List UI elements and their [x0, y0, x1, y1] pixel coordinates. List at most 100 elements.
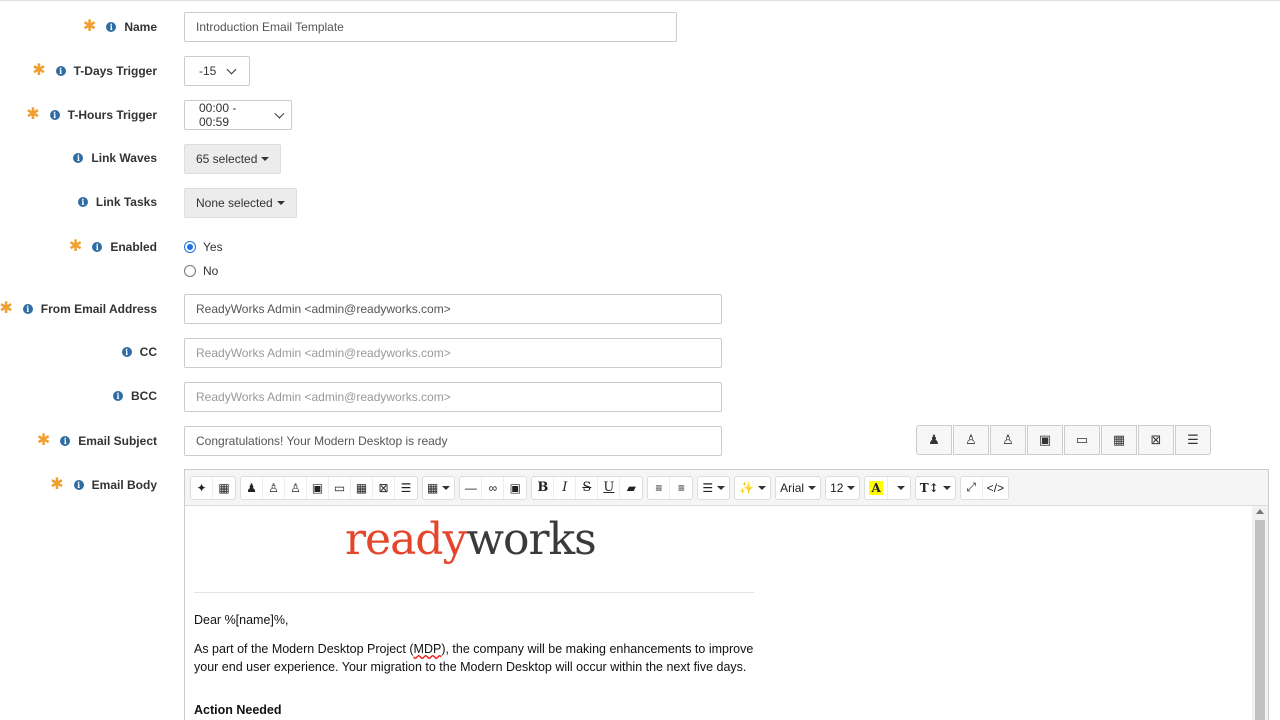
user-filled-button[interactable]: ♟: [916, 425, 952, 455]
required-asterisk-icon: ✱: [0, 300, 13, 317]
cc-input[interactable]: ReadyWorks Admin <admin@readyworks.com>: [184, 338, 722, 368]
required-asterisk-icon: ✱: [26, 106, 40, 123]
email-body-editor[interactable]: ✦ ▦ ♟ ♙ ♙ ▣ ▭ ▦ ⊠ ☰ ▦ — ∞ ▣ B I S U ▰ ≡ …: [184, 469, 1269, 720]
highlight-icon: A: [869, 480, 883, 495]
link-tasks-multiselect[interactable]: None selected: [184, 188, 297, 218]
t-hours-select[interactable]: 00:00 - 00:59: [184, 100, 292, 130]
info-icon[interactable]: i: [106, 22, 117, 32]
desktop-button[interactable]: ▭: [1064, 425, 1100, 455]
list-button[interactable]: ☰: [395, 477, 417, 499]
toolbar-group-align: ☰: [697, 475, 731, 500]
info-icon[interactable]: i: [60, 436, 71, 446]
enabled-yes-radio[interactable]: Yes: [184, 240, 223, 254]
underline-button[interactable]: U: [598, 476, 621, 499]
bcc-input[interactable]: ReadyWorks Admin <admin@readyworks.com>: [184, 382, 722, 412]
info-icon[interactable]: i: [121, 347, 132, 357]
calendar-x-icon: ⊠: [378, 480, 389, 495]
user-outline-alt-button[interactable]: ♙: [990, 425, 1026, 455]
tablet-icon: ▣: [1038, 432, 1052, 447]
highlight-color-button[interactable]: A: [865, 476, 888, 499]
toolbar-group-lists: ≡ ≡: [647, 475, 694, 500]
from-email-input[interactable]: ReadyWorks Admin <admin@readyworks.com>: [184, 294, 722, 324]
pin-button[interactable]: ✦: [191, 476, 213, 499]
font-family-select[interactable]: Arial: [776, 477, 820, 499]
font-size-select[interactable]: 12: [826, 477, 859, 499]
required-asterisk-icon: ✱: [68, 238, 83, 255]
required-asterisk-icon: ✱: [50, 476, 64, 493]
info-icon[interactable]: i: [73, 153, 84, 163]
radio-unchecked-icon[interactable]: [184, 265, 196, 277]
list-button[interactable]: ☰: [1175, 425, 1211, 455]
table-button[interactable]: ▦: [423, 477, 454, 499]
calendar-button[interactable]: ▦: [351, 476, 373, 499]
toolbar-group-font: Arial: [775, 475, 822, 500]
italic-button[interactable]: I: [554, 476, 577, 499]
line-height-button[interactable]: T↕: [916, 477, 955, 499]
tablet-button[interactable]: ▣: [1027, 425, 1063, 455]
user-outline-icon: ♙: [965, 432, 977, 447]
cc-label: i CC: [121, 345, 157, 359]
enabled-no-radio[interactable]: No: [184, 264, 218, 278]
info-icon[interactable]: i: [77, 197, 88, 207]
user-outline-icon: ♙: [268, 480, 279, 495]
bold-button[interactable]: B: [532, 476, 555, 499]
scroll-up-icon[interactable]: [1256, 509, 1264, 514]
user-outline-button[interactable]: ♙: [263, 476, 285, 499]
magic-wand-button[interactable]: ✨: [735, 477, 770, 499]
color-dropdown-button[interactable]: [888, 477, 910, 499]
editor-content[interactable]: readyworks Dear %[name]%, As part of the…: [185, 506, 1253, 720]
email-subject-input[interactable]: Congratulations! Your Modern Desktop is …: [184, 426, 722, 456]
scrollbar-thumb[interactable]: [1255, 520, 1265, 720]
editor-scrollbar[interactable]: [1252, 506, 1268, 720]
calendar-icon: ▦: [1112, 432, 1126, 447]
fullscreen-button[interactable]: ⤢: [961, 476, 983, 499]
desktop-button[interactable]: ▭: [329, 476, 351, 499]
date-button[interactable]: ▦: [213, 477, 235, 499]
magic-wand-icon: ✨: [739, 480, 755, 495]
code-view-button[interactable]: </>: [983, 477, 1008, 499]
info-icon[interactable]: i: [113, 391, 123, 401]
link-waves-multiselect[interactable]: 65 selected: [184, 144, 282, 174]
radio-checked-icon[interactable]: [184, 241, 196, 253]
italic-icon: I: [562, 480, 568, 495]
link-button[interactable]: ∞: [482, 476, 505, 499]
toolbar-group-table: ▦: [422, 475, 456, 500]
subject-placeholder-buttons: ♟ ♙ ♙ ▣ ▭ ▦ ⊠ ☰: [916, 425, 1211, 455]
list-icon: ☰: [1187, 432, 1199, 447]
user-filled-button[interactable]: ♟: [241, 476, 263, 499]
calendar-x-button[interactable]: ⊠: [1138, 425, 1174, 455]
tablet-button[interactable]: ▣: [307, 476, 329, 499]
horizontal-rule-button[interactable]: —: [460, 476, 483, 499]
info-icon[interactable]: i: [22, 304, 33, 314]
caret-down-icon: [942, 485, 951, 490]
info-icon[interactable]: i: [49, 110, 60, 120]
bcc-label: i BCC: [113, 389, 157, 403]
list-icon: ☰: [400, 480, 412, 495]
caret-down-icon: [717, 485, 726, 490]
image-button[interactable]: ▣: [504, 477, 526, 499]
enabled-label: ✱ i Enabled: [68, 238, 157, 255]
toolbar-group-placeholders: ♟ ♙ ♙ ▣ ▭ ▦ ⊠ ☰: [240, 475, 418, 500]
info-icon[interactable]: i: [73, 480, 84, 490]
required-asterisk-icon: ✱: [36, 432, 51, 449]
calendar-x-button[interactable]: ⊠: [373, 476, 395, 499]
align-button[interactable]: ☰: [698, 477, 729, 499]
bullet-list-button[interactable]: ≡: [648, 476, 671, 499]
user-outline-alt-button[interactable]: ♙: [285, 476, 307, 499]
toolbar-group-size: 12: [825, 475, 861, 500]
t-hours-label: ✱ i T-Hours Trigger: [26, 106, 157, 123]
numbered-list-button[interactable]: ≡: [670, 477, 692, 499]
user-outline-alt-icon: ♙: [290, 480, 301, 495]
editor-toolbar: ✦ ▦ ♟ ♙ ♙ ▣ ▭ ▦ ⊠ ☰ ▦ — ∞ ▣ B I S U ▰ ≡ …: [185, 470, 1268, 506]
subject-label: ✱ i Email Subject: [36, 432, 157, 449]
toolbar-group-format: B I S U ▰: [531, 475, 644, 500]
name-input[interactable]: Introduction Email Template: [184, 12, 677, 42]
calendar-button[interactable]: ▦: [1101, 425, 1137, 455]
toolbar-group-media: — ∞ ▣: [459, 475, 528, 500]
info-icon[interactable]: i: [55, 66, 66, 76]
strikethrough-button[interactable]: S: [576, 476, 599, 499]
info-icon[interactable]: i: [92, 242, 103, 252]
user-outline-button[interactable]: ♙: [953, 425, 989, 455]
t-days-select[interactable]: -15: [184, 56, 250, 86]
eraser-button[interactable]: ▰: [620, 477, 642, 499]
